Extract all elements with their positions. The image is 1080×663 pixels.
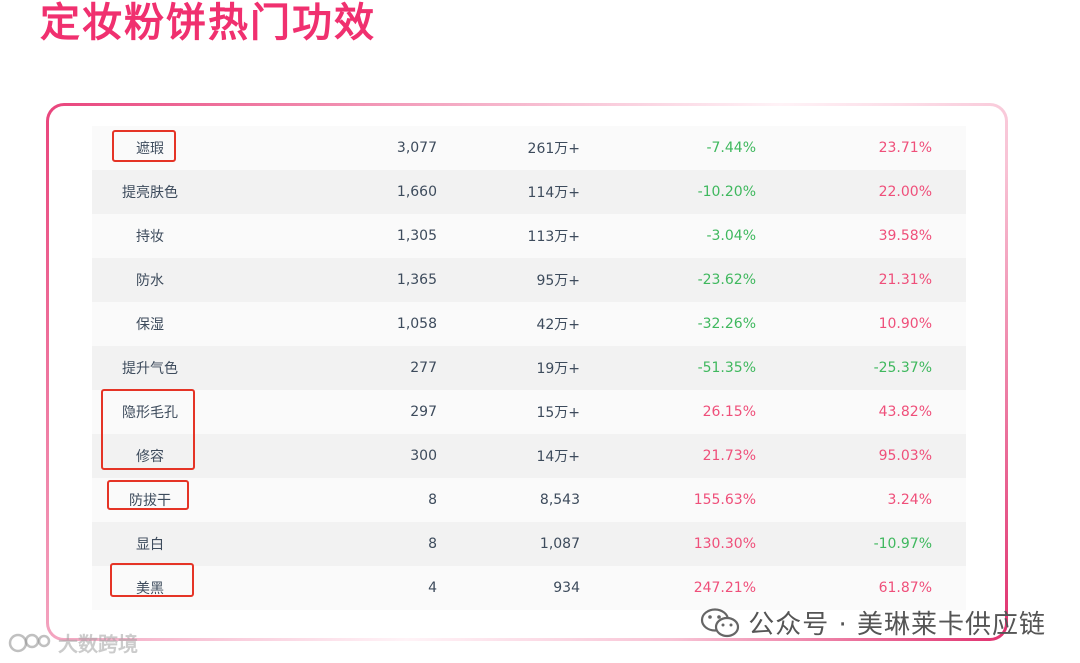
count-value: 1,305 [396,228,437,244]
growth-rate-1: 26.15% [702,404,756,420]
volume-value: 19万+ [536,361,580,377]
table-row: 遮瑕 3,077 261万+ -7.44% 23.71% [92,126,966,170]
volume-value: 934 [553,580,580,596]
brand-text: 大数跨境 [58,632,138,656]
efficacy-name: 提亮肤色 [122,185,178,201]
table-row: 显白 8 1,087 130.30% -10.97% [92,522,966,566]
growth-rate-2: 3.24% [887,492,932,508]
growth-rate-2: 21.31% [878,272,932,288]
table-row: 防拔干 8 8,543 155.63% 3.24% [92,478,966,522]
table-row: 保湿 1,058 42万+ -32.26% 10.90% [92,302,966,346]
growth-rate-1: -10.20% [697,184,756,200]
highlight-box-yinxing-xiurong [101,389,195,470]
count-value: 300 [410,448,437,464]
growth-rate-2: 10.90% [878,316,932,332]
growth-rate-1: 130.30% [693,536,756,552]
volume-value: 1,087 [539,536,580,552]
table-row: 修容 300 14万+ 21.73% 95.03% [92,434,966,478]
table-row: 提升气色 277 19万+ -51.35% -25.37% [92,346,966,390]
table-row: 持妆 1,305 113万+ -3.04% 39.58% [92,214,966,258]
watermark-text: 公众号 · 美琳莱卡供应链 [748,610,1046,640]
efficacy-name: 持妆 [136,229,164,245]
count-value: 3,077 [396,140,437,156]
count-value: 4 [428,580,437,596]
brand-mark: 大数跨境 [8,628,138,657]
table-row: 防水 1,365 95万+ -23.62% 21.31% [92,258,966,302]
volume-value: 114万+ [527,185,580,201]
volume-value: 42万+ [536,317,580,333]
watermark: 公众号 · 美琳莱卡供应链 [700,604,1046,641]
efficacy-name: 显白 [136,537,164,553]
growth-rate-2: 95.03% [878,448,932,464]
growth-rate-2: 23.71% [878,140,932,156]
brand-logo-icon [8,633,51,652]
efficacy-name: 保湿 [136,317,164,333]
page-title: 定妆粉饼热门功效 [40,0,376,46]
volume-value: 95万+ [536,273,580,289]
volume-value: 261万+ [527,141,580,157]
growth-rate-1: -7.44% [706,140,756,156]
volume-value: 14万+ [536,449,580,465]
growth-rate-2: 22.00% [878,184,932,200]
highlight-box-meihei [110,563,194,597]
growth-rate-2: 39.58% [878,228,932,244]
count-value: 1,660 [396,184,437,200]
growth-rate-2: 43.82% [878,404,932,420]
highlight-box-fangbagan [107,480,189,510]
growth-rate-1: -3.04% [706,228,756,244]
wechat-icon [701,607,740,637]
highlight-box-zhexia [112,130,176,162]
volume-value: 113万+ [527,229,580,245]
count-value: 8 [428,492,437,508]
table-row: 隐形毛孔 297 15万+ 26.15% 43.82% [92,390,966,434]
count-value: 277 [410,360,437,376]
growth-rate-1: -51.35% [697,360,756,376]
table-row: 提亮肤色 1,660 114万+ -10.20% 22.00% [92,170,966,214]
count-value: 8 [428,536,437,552]
growth-rate-1: -23.62% [697,272,756,288]
count-value: 1,058 [396,316,437,332]
growth-rate-2: -25.37% [873,360,932,376]
count-value: 297 [410,404,437,420]
count-value: 1,365 [396,272,437,288]
efficacy-name: 提升气色 [122,361,178,377]
volume-value: 15万+ [536,405,580,421]
growth-rate-1: 155.63% [693,492,756,508]
growth-rate-2: -10.97% [873,536,932,552]
efficacy-table: 遮瑕 3,077 261万+ -7.44% 23.71% 提亮肤色 1,660 114万+ -1… [92,126,966,610]
growth-rate-1: -32.26% [697,316,756,332]
volume-value: 8,543 [539,492,580,508]
efficacy-name: 防水 [136,273,164,289]
growth-rate-1: 21.73% [702,448,756,464]
